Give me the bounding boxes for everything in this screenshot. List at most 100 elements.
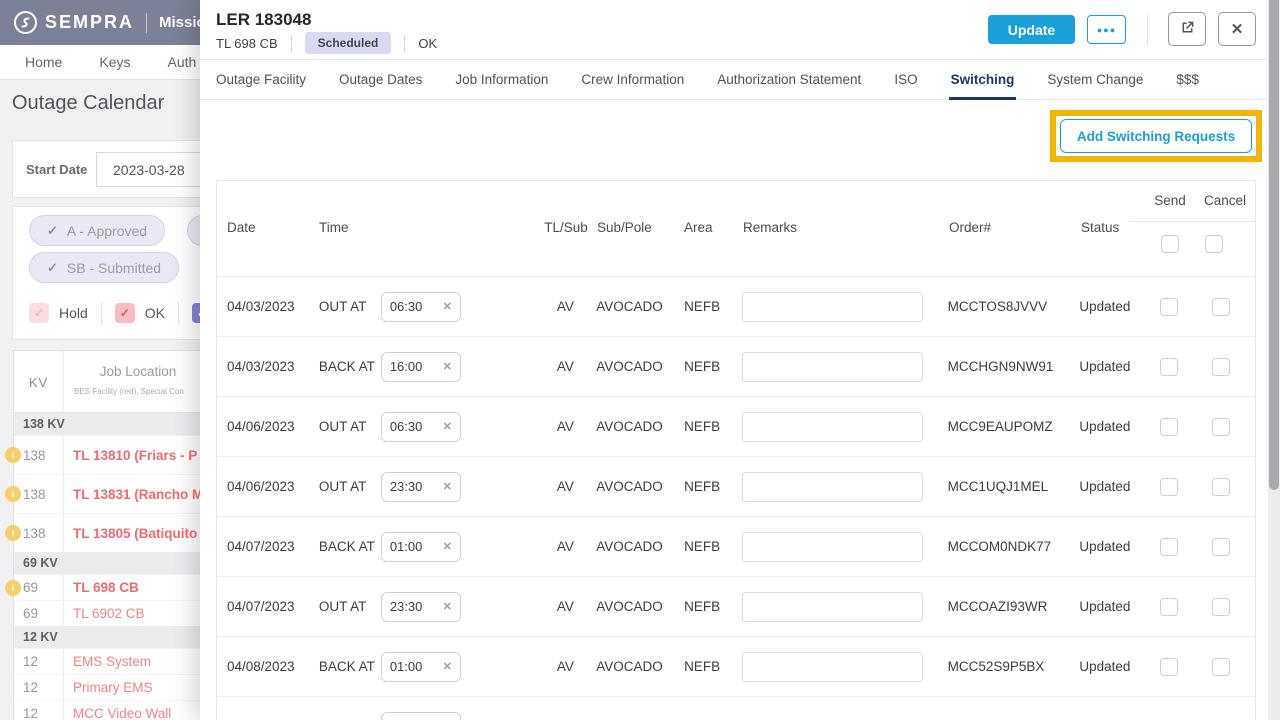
clear-time-icon[interactable]: ✕ <box>443 300 452 313</box>
send-checkbox[interactable] <box>1160 418 1178 436</box>
cancel-checkbox[interactable] <box>1212 538 1230 556</box>
cancel-checkbox[interactable] <box>1212 478 1230 496</box>
filter-chip-approved[interactable]: ✓ A - Approved <box>29 215 165 246</box>
time-input[interactable]: 01:00 ✕ <box>381 532 461 562</box>
kv-section-12: 12 KV <box>14 626 212 648</box>
cancel-cell <box>1187 538 1255 556</box>
remarks-input[interactable] <box>742 532 923 562</box>
send-checkbox[interactable] <box>1160 478 1178 496</box>
info-icon[interactable]: i <box>5 486 21 502</box>
tab-iso[interactable]: ISO <box>894 60 917 100</box>
clear-time-icon[interactable]: ✕ <box>443 420 452 433</box>
status-cell: Updated <box>1079 419 1151 434</box>
facility-link[interactable]: Primary EMS <box>64 675 153 700</box>
facility-link[interactable]: TL 13810 (Friars - P <box>64 436 197 474</box>
time-input[interactable]: 06:30 ✕ <box>381 292 461 322</box>
status-cell: Updated <box>1079 659 1151 674</box>
cancel-checkbox[interactable] <box>1212 658 1230 676</box>
divider <box>404 35 405 52</box>
clear-time-icon[interactable]: ✕ <box>443 540 452 553</box>
clear-time-icon[interactable]: ✕ <box>443 660 452 673</box>
nav-item-keys[interactable]: Keys <box>99 54 130 70</box>
hold-checkbox[interactable]: ✓ <box>29 303 49 323</box>
more-actions-button[interactable]: ●●● <box>1087 15 1126 44</box>
clear-time-icon[interactable]: ✕ <box>443 480 452 493</box>
remarks-input[interactable] <box>742 292 923 322</box>
facility-link[interactable]: EMS System <box>64 649 151 674</box>
tab-dollars[interactable]: $$$ <box>1176 60 1199 100</box>
time-input[interactable]: ✕ <box>381 712 461 720</box>
add-switching-requests-button[interactable]: Add Switching Requests <box>1060 119 1252 153</box>
info-icon[interactable]: i <box>5 447 21 463</box>
status-cell: Updated <box>1079 599 1151 614</box>
kv-section-138: 138 KV <box>14 413 212 435</box>
close-modal-button[interactable]: ✕ <box>1218 12 1256 46</box>
remarks-input[interactable] <box>742 412 923 442</box>
cancel-checkbox[interactable] <box>1212 298 1230 316</box>
clear-time-icon[interactable]: ✕ <box>443 360 452 373</box>
time-direction-label: BACK AT <box>319 358 377 376</box>
info-icon[interactable]: i <box>5 525 21 541</box>
tab-outage-dates[interactable]: Outage Dates <box>339 60 422 100</box>
facility-link[interactable]: MCC Video Wall <box>64 701 171 720</box>
area-cell: NEFB <box>684 539 742 554</box>
subpole-cell: AVOCADO <box>596 659 684 674</box>
facility-link[interactable]: TL 698 CB <box>64 575 139 600</box>
send-checkbox[interactable] <box>1160 658 1178 676</box>
tab-crew-information[interactable]: Crew Information <box>581 60 684 100</box>
remarks-input[interactable] <box>742 592 923 622</box>
clear-time-icon[interactable]: ✕ <box>443 600 452 613</box>
time-input[interactable]: 16:00 ✕ <box>381 352 461 382</box>
nav-item-home[interactable]: Home <box>25 54 62 70</box>
ok-checkbox[interactable]: ✓ <box>115 303 135 323</box>
cancel-checkbox[interactable] <box>1212 358 1230 376</box>
order-cell: MCC9EAUPOMZ <box>948 419 1080 434</box>
cancel-checkbox[interactable] <box>1212 598 1230 616</box>
date-cell: 04/08/2023 <box>217 659 319 674</box>
send-checkbox[interactable] <box>1160 358 1178 376</box>
tab-job-information[interactable]: Job Information <box>455 60 548 100</box>
time-cell: OUT AT 06:30 ✕ <box>319 292 535 322</box>
tab-outage-facility[interactable]: Outage Facility <box>216 60 306 100</box>
filter-chip-submitted[interactable]: ✓ SB - Submitted <box>29 252 179 283</box>
send-all-checkbox[interactable] <box>1161 235 1179 253</box>
switching-table-header: Date Time TL/Sub Sub/Pole Area Remarks O… <box>217 181 1255 276</box>
send-checkbox[interactable] <box>1160 298 1178 316</box>
time-input[interactable]: 06:30 ✕ <box>381 412 461 442</box>
tlsub-cell: AV <box>534 299 596 314</box>
remarks-input[interactable] <box>742 352 923 382</box>
facility-link[interactable]: TL 13831 (Rancho M <box>64 475 203 513</box>
send-checkbox[interactable] <box>1160 538 1178 556</box>
order-cell: MCCOAZI93WR <box>948 599 1080 614</box>
info-icon[interactable]: i <box>5 580 21 596</box>
time-cell: OUT AT 23:30 ✕ <box>319 592 535 622</box>
facility-link[interactable]: TL 13805 (Batiquito <box>64 514 197 552</box>
scrollbar-thumb[interactable] <box>1269 0 1279 490</box>
tab-switching[interactable]: Switching <box>951 60 1015 100</box>
time-value: 16:00 <box>390 359 423 374</box>
facility-row: 12 MCC Video Wall <box>14 700 212 720</box>
time-input[interactable]: 23:30 ✕ <box>381 472 461 502</box>
time-cell: OUT AT 23:30 ✕ <box>319 472 535 502</box>
open-in-new-window-button[interactable] <box>1168 12 1206 46</box>
cancel-cell <box>1187 418 1255 436</box>
ler-detail-modal: LER 183048 TL 698 CB Scheduled OK Update… <box>200 0 1268 720</box>
cancel-checkbox[interactable] <box>1212 418 1230 436</box>
tab-authorization-statement[interactable]: Authorization Statement <box>717 60 861 100</box>
remarks-input[interactable] <box>742 472 923 502</box>
cancel-all-checkbox[interactable] <box>1205 235 1223 253</box>
kv-cell: 12 <box>14 675 64 700</box>
page-scrollbar[interactable] <box>1268 0 1280 720</box>
time-value: 01:00 <box>390 539 423 554</box>
send-checkbox[interactable] <box>1160 598 1178 616</box>
time-input[interactable]: 01:00 ✕ <box>381 652 461 682</box>
state-label: OK <box>418 36 437 51</box>
update-button[interactable]: Update <box>988 15 1075 44</box>
time-cell: BACK AT 01:00 ✕ <box>319 532 535 562</box>
hold-label: Hold <box>59 305 88 321</box>
facility-link[interactable]: TL 6902 CB <box>64 601 145 626</box>
tab-system-change[interactable]: System Change <box>1047 60 1143 100</box>
time-input[interactable]: 23:30 ✕ <box>381 592 461 622</box>
remarks-input[interactable] <box>742 652 923 682</box>
switching-row: 04/08/2023 BACK AT 01:00 ✕ AV AVOCADO NE… <box>217 636 1255 696</box>
